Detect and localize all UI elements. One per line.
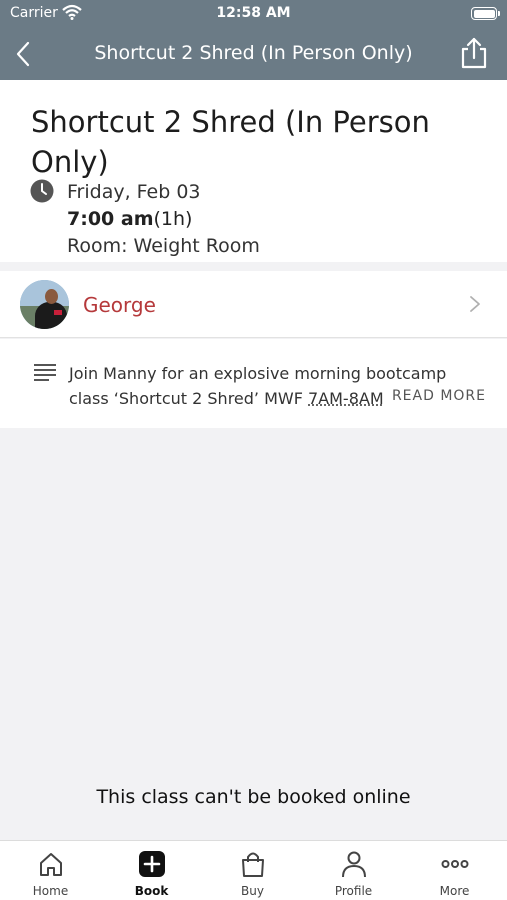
clock-icon [30,179,54,203]
navigation-bar: Shortcut 2 Shred (In Person Only) [0,28,507,80]
tab-profile[interactable]: Profile [303,841,404,900]
tab-home[interactable]: Home [0,841,101,900]
booking-notice: This class can't be booked online [96,786,411,808]
status-bar: Carrier 12:58 AM [0,0,507,28]
class-room: Room: Weight Room [67,235,260,257]
instructor-name: George [83,293,156,317]
more-icon [441,860,469,868]
text-lines-icon [34,364,56,381]
read-more-button[interactable]: READ MORE [392,388,486,404]
add-icon [139,851,165,877]
tab-book-label: Book [134,884,169,898]
home-icon [40,853,62,876]
tab-buy[interactable]: Buy [202,841,303,900]
chevron-right-icon [470,296,480,312]
instructor-row[interactable]: George [0,271,507,338]
tab-bar: Home Book Buy Profile More [0,840,507,900]
class-title: Shortcut 2 Shred (In Person Only) [31,105,430,179]
share-icon[interactable] [459,36,489,70]
shopping-bag-icon [242,852,264,877]
battery-icon [471,7,500,20]
clock-time: 12:58 AM [216,5,291,21]
nav-title: Shortcut 2 Shred (In Person Only) [94,42,413,64]
tab-book[interactable]: Book [101,841,202,900]
class-time: 7:00 am(1h) [67,208,192,230]
class-start-time: 7:00 am [67,208,154,230]
chevron-left-icon[interactable] [12,40,36,68]
description-hours: 7AM-8AM [308,389,384,408]
tab-home-label: Home [32,884,69,898]
tab-more[interactable]: More [404,841,505,900]
person-icon [342,851,366,878]
tab-profile-label: Profile [334,884,373,898]
tab-more-label: More [439,884,470,898]
class-header-card: Shortcut 2 Shred (In Person Only) Friday… [0,80,507,262]
description-text: Join Manny for an explosive morning boot… [69,364,447,408]
avatar [20,280,69,329]
class-date: Friday, Feb 03 [67,181,201,203]
tab-buy-label: Buy [241,884,264,898]
description-section: Join Manny for an explosive morning boot… [0,339,507,428]
class-duration: (1h) [153,208,193,230]
